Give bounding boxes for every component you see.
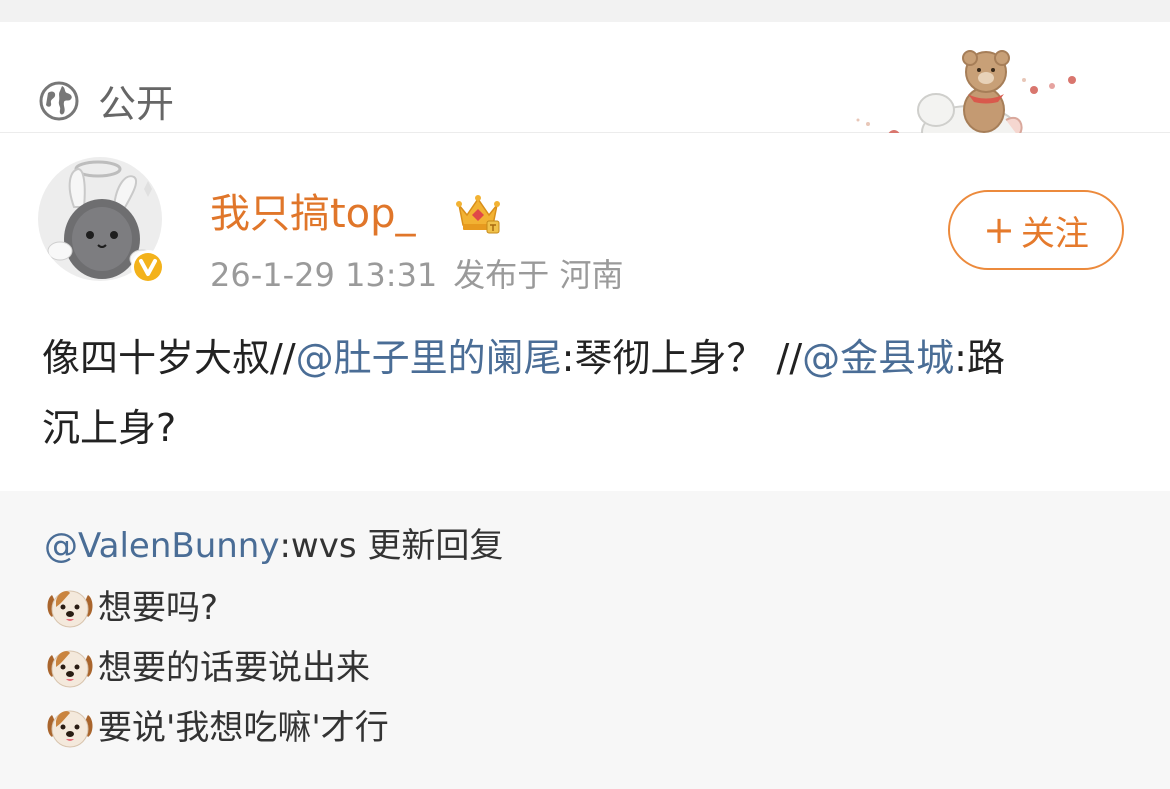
dog-face-emoji-icon (47, 590, 93, 628)
original-post-line: 想要的话要说出来 (44, 643, 370, 693)
original-post-section[interactable]: @ValenBunny:wvs 更新回复 想要吗? 想要的话要说出来 要说'我… (0, 491, 1170, 789)
avatar[interactable] (36, 155, 172, 291)
post-text-segment: :琴彻上身？ (561, 336, 765, 380)
original-post-line: 要说'我想吃嘛'才行 (44, 703, 389, 753)
crown-badge-icon[interactable] (455, 191, 501, 235)
repost-separator: // (270, 336, 296, 380)
post-text-segment: 沉上身? (42, 406, 177, 450)
original-post-line-text: 想要吗? (98, 588, 219, 628)
original-post-header: @ValenBunny:wvs 更新回复 (44, 521, 503, 571)
post-timestamp: 26-1-29 13:31 (210, 256, 438, 294)
original-author-link[interactable]: @ValenBunny (44, 521, 279, 571)
post-text-segment: :路 (954, 336, 1005, 380)
post-text: 像四十岁大叔//@肚子里的阑尾:琴彻上身？ //@金县城:路 沉上身? (42, 323, 1132, 463)
repost-separator: // (776, 336, 803, 380)
post-source: 发布于 河南 (453, 256, 624, 294)
follow-label: 关注 (1020, 213, 1089, 254)
mention-link[interactable]: @肚子里的阑尾 (296, 336, 562, 380)
username[interactable]: 我只搞top_ (210, 188, 416, 240)
original-post-line: 想要吗? (44, 583, 218, 633)
post-card: 我只搞top_ 26-1-29 13:31 发布于 河南 + 关注 像四十岁大叔/… (0, 133, 1170, 491)
original-post-line-text: 要说'我想吃嘛'才行 (98, 708, 389, 748)
original-post-header-text: :wvs 更新回复 (279, 526, 504, 566)
dog-face-emoji-icon (47, 650, 93, 688)
follow-button[interactable]: + 关注 (948, 190, 1124, 270)
globe-icon (39, 81, 79, 121)
top-spacer (0, 0, 1170, 22)
post-text-segment: 像四十岁大叔 (42, 336, 271, 380)
visibility-bar: 公开 (0, 22, 1170, 161)
mention-link[interactable]: @金县城 (802, 336, 954, 380)
plus-icon: + (983, 208, 1015, 252)
original-post-line-text: 想要的话要说出来 (98, 648, 370, 688)
visibility-label: 公开 (98, 82, 175, 126)
post-meta: 26-1-29 13:31 发布于 河南 (210, 253, 639, 297)
dog-face-emoji-icon (47, 710, 93, 748)
